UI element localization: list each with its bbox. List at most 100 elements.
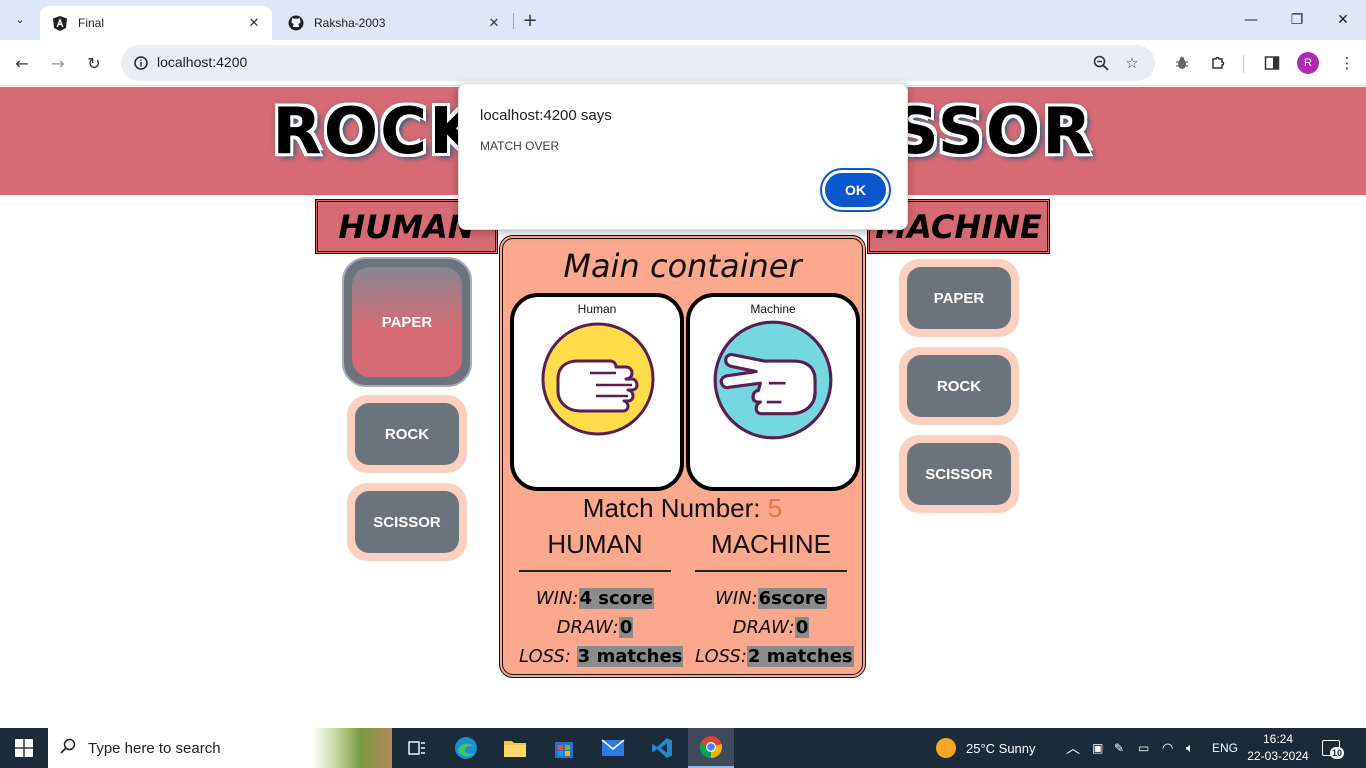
scissor-hand-icon <box>713 320 833 440</box>
win-value: 4 score <box>578 588 655 609</box>
angular-icon <box>52 15 68 31</box>
language-indicator[interactable]: ENG <box>1212 728 1238 768</box>
sun-icon <box>936 738 956 758</box>
machine-score-title: MACHINE <box>695 529 847 572</box>
dialog-title: localhost:4200 says <box>480 107 612 124</box>
human-hand-card: Human <box>510 293 684 491</box>
volume-icon[interactable]: 🔈︎ <box>1186 728 1194 768</box>
win-value: 6score <box>757 588 827 609</box>
profile-avatar[interactable]: R <box>1297 52 1319 74</box>
machine-rock-button[interactable]: ROCK <box>899 347 1019 425</box>
close-tab-icon[interactable]: ✕ <box>244 13 264 33</box>
main-title: Main container <box>563 247 802 285</box>
file-explorer-icon[interactable] <box>492 728 538 768</box>
bookmark-star-icon[interactable]: ☆ <box>1118 49 1146 77</box>
site-info-icon[interactable] <box>127 49 155 77</box>
human-paper-button[interactable]: PAPER <box>342 257 472 387</box>
github-icon <box>288 15 304 31</box>
side-panel-icon[interactable] <box>1258 49 1286 77</box>
edge-icon[interactable] <box>443 728 489 768</box>
zoom-icon[interactable] <box>1087 49 1115 77</box>
search-placeholder: Type here to search <box>88 740 221 757</box>
machine-paper-button[interactable]: PAPER <box>899 259 1019 337</box>
tab-search-chevron-icon[interactable]: ⌄ <box>8 7 32 31</box>
search-icon <box>60 738 76 758</box>
browser-tab-bar: ⌄ Final ✕ Raksha-2003 ✕ + — ❐ ✕ <box>0 0 1366 40</box>
loss-label: LOSS: <box>695 646 747 667</box>
loss-value: 3 matches <box>576 646 684 667</box>
store-icon[interactable] <box>541 728 587 768</box>
weather-widget[interactable]: 25°C Sunny <box>936 728 1036 768</box>
machine-rock-label: ROCK <box>907 355 1011 417</box>
taskbar-clock[interactable]: 16:24 22-03-2024 <box>1246 731 1310 765</box>
back-icon[interactable]: ← <box>8 49 36 77</box>
human-rock-button[interactable]: ROCK <box>347 395 467 473</box>
wifi-icon[interactable]: ◠ <box>1162 728 1173 768</box>
tab-final[interactable]: Final ✕ <box>40 6 272 40</box>
close-tab-icon[interactable]: ✕ <box>484 13 504 33</box>
close-window-icon[interactable]: ✕ <box>1320 0 1366 40</box>
human-score-column: HUMAN WIN:4 score DRAW:0 LOSS: 3 matches <box>519 529 684 671</box>
match-number-label: Match Number: <box>582 493 761 523</box>
tab-title: Raksha-2003 <box>314 16 386 30</box>
clock-time: 16:24 <box>1262 732 1294 746</box>
extensions-puzzle-icon[interactable] <box>1204 49 1232 77</box>
human-scissor-button[interactable]: SCISSOR <box>347 483 467 561</box>
match-number-row: Match Number: 5 <box>503 493 862 524</box>
human-loss-stat: LOSS: 3 matches <box>519 642 684 671</box>
alert-dialog: localhost:4200 says MATCH OVER OK <box>458 83 908 230</box>
taskbar-search-box[interactable]: Type here to search <box>48 728 392 768</box>
new-tab-icon[interactable]: + <box>519 9 541 31</box>
tab-title: Final <box>78 16 105 30</box>
weather-text: 25°C Sunny <box>966 740 1036 756</box>
browser-toolbar: ← → ↻ localhost:4200 ☆ R ⋮ <box>0 40 1366 86</box>
reload-icon[interactable]: ↻ <box>80 49 108 77</box>
dialog-message: MATCH OVER <box>480 139 560 153</box>
chrome-icon[interactable] <box>688 728 734 768</box>
meet-now-icon[interactable]: ▣ <box>1092 728 1103 768</box>
mail-icon[interactable] <box>590 728 636 768</box>
vscode-icon[interactable] <box>639 728 685 768</box>
human-paper-label: PAPER <box>352 267 462 377</box>
battery-icon[interactable]: ▭ <box>1138 728 1149 768</box>
win-label: WIN: <box>715 588 758 609</box>
human-score-title: HUMAN <box>519 529 671 572</box>
url-text: localhost:4200 <box>157 54 248 70</box>
machine-win-stat: WIN:6score <box>695 584 847 613</box>
loss-label: LOSS: <box>519 646 571 667</box>
human-card-label: Human <box>577 302 617 316</box>
dialog-ok-button[interactable]: OK <box>822 170 889 210</box>
machine-loss-stat: LOSS:2 matches <box>695 642 854 671</box>
draw-label: DRAW: <box>556 617 619 638</box>
match-number-value: 5 <box>767 493 783 523</box>
tab-raksha[interactable]: Raksha-2003 ✕ <box>276 6 512 40</box>
notification-center[interactable]: 10 <box>1322 728 1345 768</box>
tray-overflow-icon[interactable]: ︿ <box>1066 728 1080 768</box>
menu-kebab-icon[interactable]: ⋮ <box>1333 49 1361 77</box>
address-bar[interactable]: localhost:4200 ☆ <box>121 45 1155 81</box>
human-win-stat: WIN:4 score <box>519 584 671 613</box>
pen-workspace-icon[interactable]: ✎ <box>1114 728 1124 768</box>
human-rock-label: ROCK <box>355 403 459 465</box>
paper-hand-icon <box>541 322 655 436</box>
windows-start-icon[interactable] <box>0 728 48 768</box>
clock-date: 22-03-2024 <box>1247 749 1309 763</box>
machine-scissor-button[interactable]: SCISSOR <box>899 435 1019 513</box>
task-view-icon[interactable] <box>394 728 440 768</box>
machine-draw-stat: DRAW:0 <box>695 613 847 642</box>
windows-taskbar: Type here to search 25°C Sunny ︿ ▣ ✎ ▭ ◠… <box>0 728 1366 768</box>
toolbar-divider <box>1243 55 1244 73</box>
loss-value: 2 matches <box>746 646 854 667</box>
win-label: WIN: <box>535 588 579 609</box>
minimize-icon[interactable]: — <box>1228 0 1274 40</box>
draw-value: 0 <box>794 617 810 638</box>
machine-paper-label: PAPER <box>907 267 1011 329</box>
notification-icon: 10 <box>1322 740 1345 759</box>
extension-bug-icon[interactable] <box>1168 49 1196 77</box>
human-draw-stat: DRAW:0 <box>519 613 671 642</box>
forward-icon[interactable]: → <box>44 49 72 77</box>
draw-label: DRAW: <box>732 617 795 638</box>
tab-separator <box>513 13 514 29</box>
restore-icon[interactable]: ❐ <box>1274 0 1320 40</box>
human-scissor-label: SCISSOR <box>355 491 459 553</box>
